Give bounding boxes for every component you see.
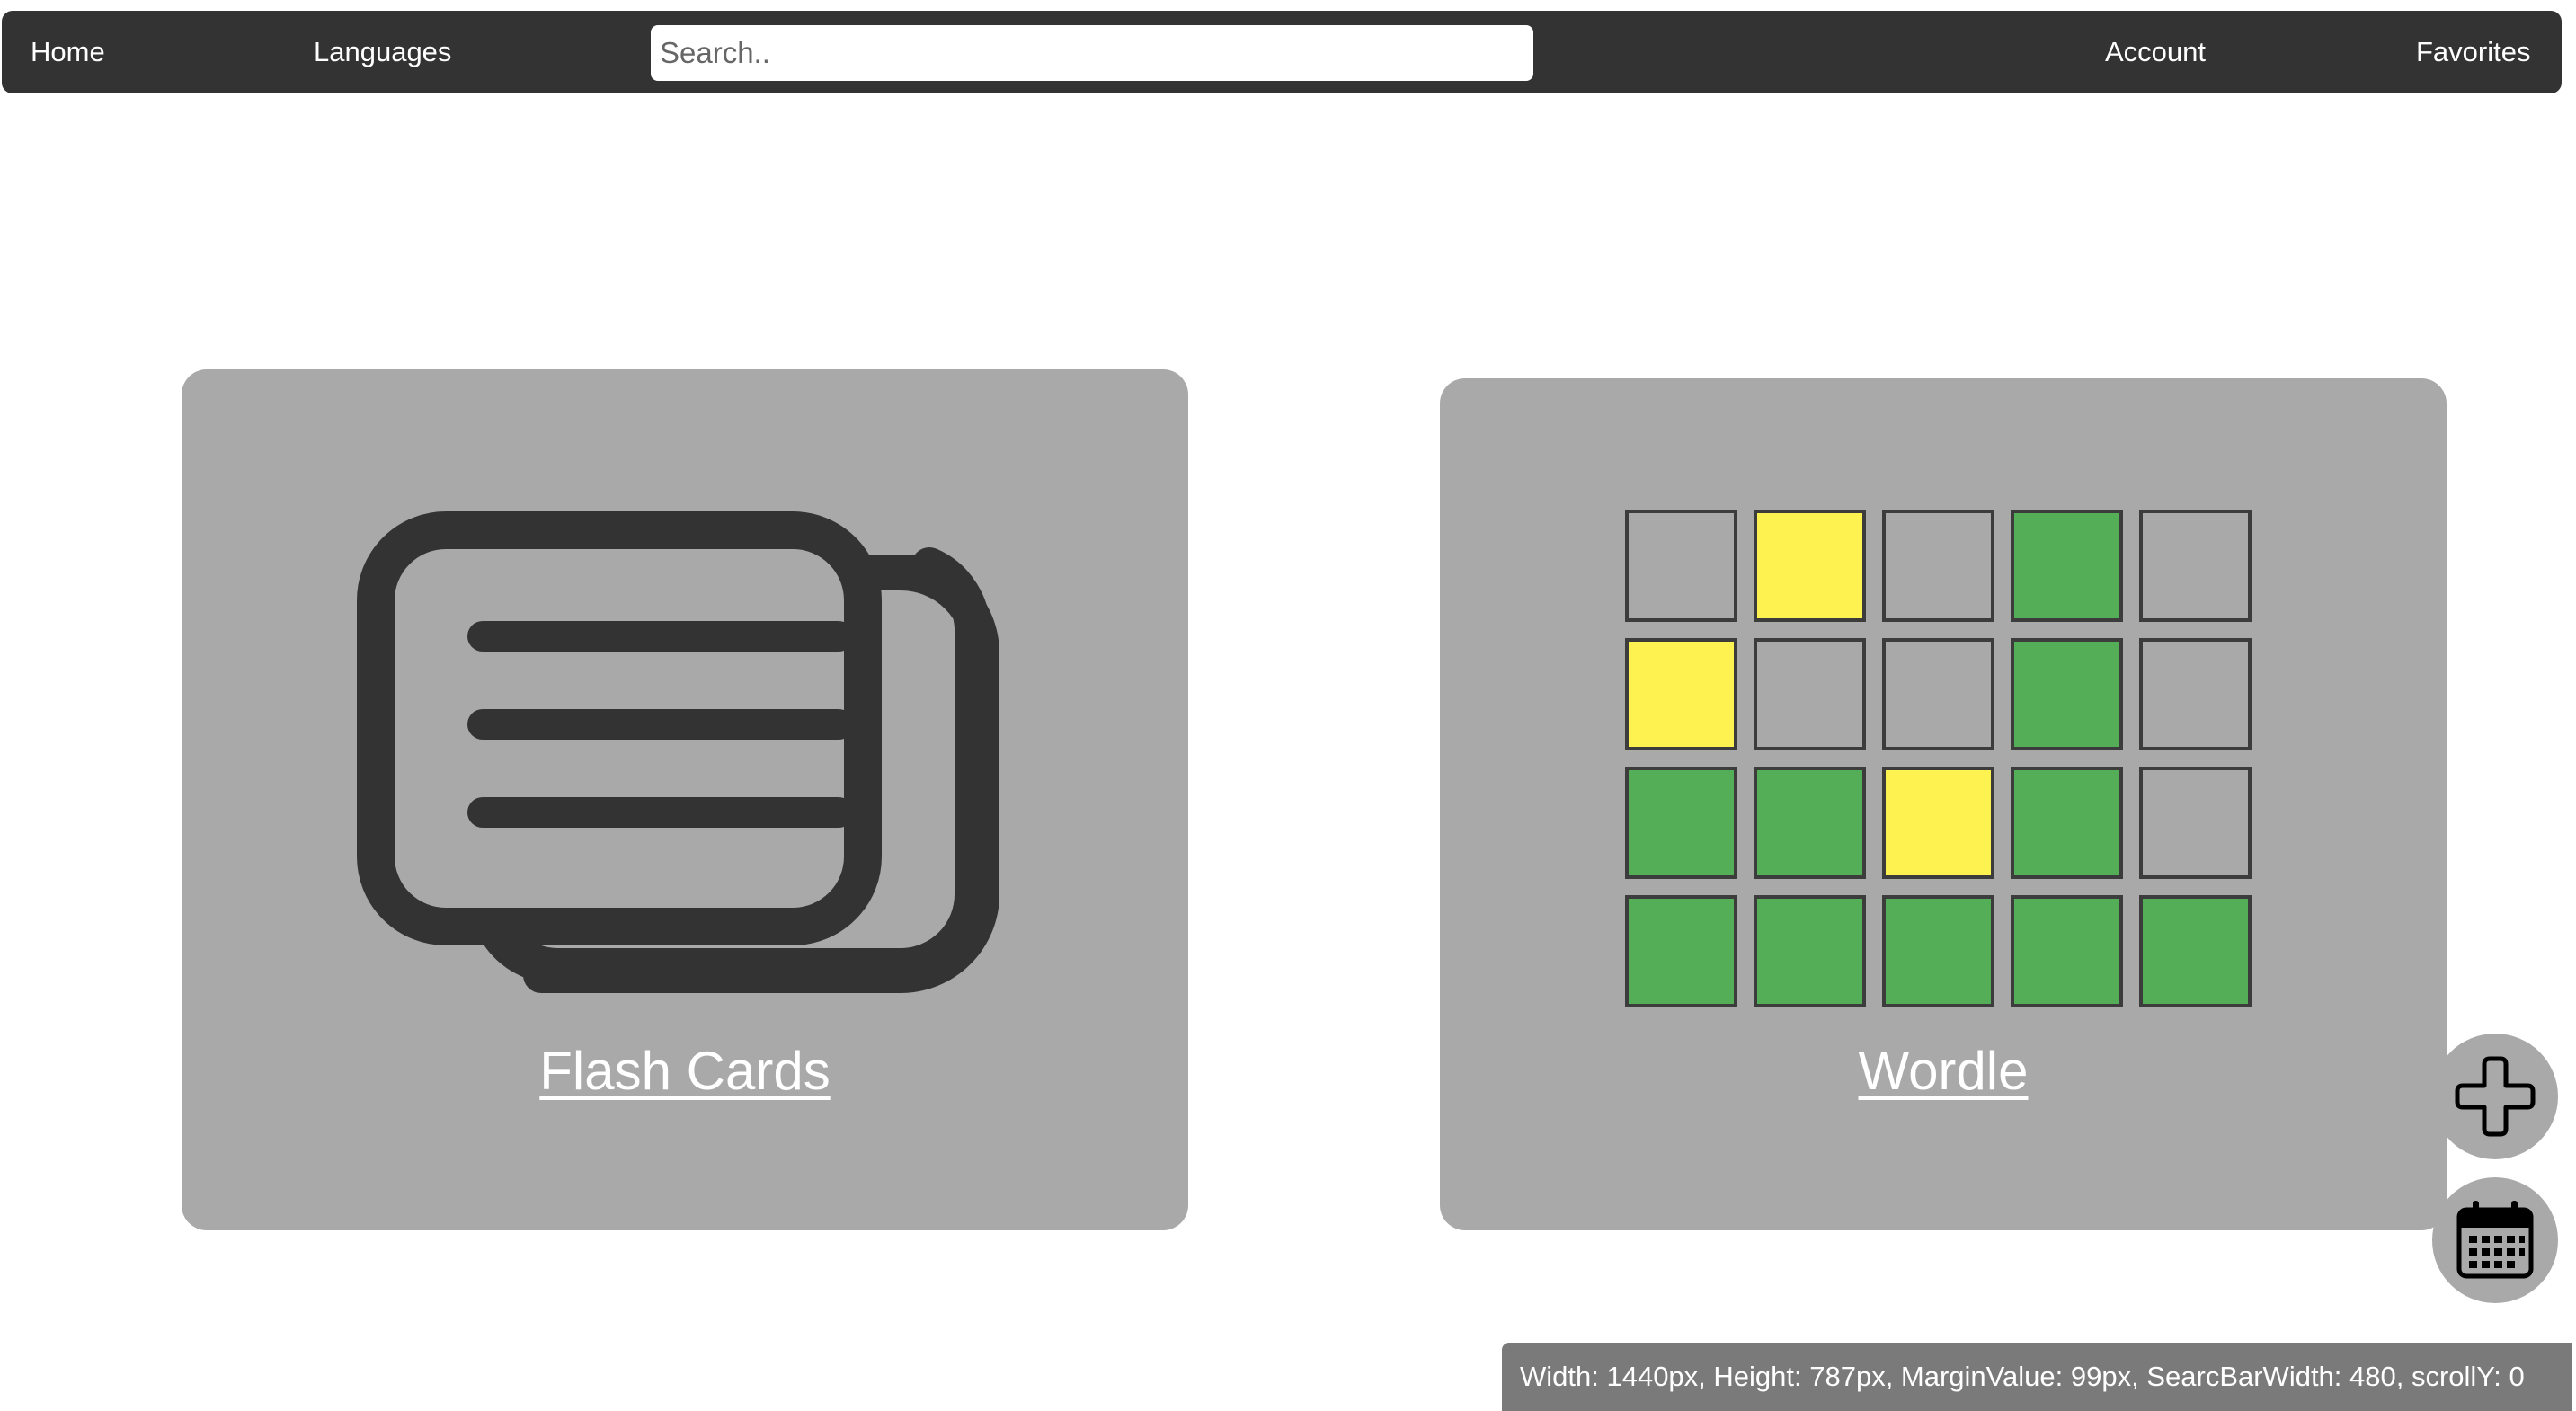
wordle-tile-empty: [2139, 638, 2252, 750]
search-input[interactable]: [651, 25, 1533, 81]
viewport-debug-bar: Width: 1440px, Height: 787px, MarginValu…: [1502, 1343, 2572, 1411]
wordle-tile-present: [1754, 510, 1866, 622]
wordle-title[interactable]: Wordle: [1440, 1040, 2447, 1102]
wordle-tile-correct: [2011, 895, 2123, 1007]
wordle-tile-empty: [2139, 767, 2252, 879]
top-navbar: Home Languages Account Favorites: [2, 11, 2562, 93]
wordle-tile-empty: [2139, 510, 2252, 622]
wordle-tile-present: [1625, 638, 1737, 750]
wordle-card[interactable]: Wordle: [1440, 378, 2447, 1230]
wordle-tile-correct: [2011, 510, 2123, 622]
add-button[interactable]: [2432, 1034, 2558, 1159]
wordle-tile-correct: [1882, 895, 1994, 1007]
nav-account-link[interactable]: Account: [2105, 11, 2206, 93]
flash-cards-title[interactable]: Flash Cards: [182, 1040, 1188, 1102]
wordle-grid-icon: [1625, 510, 2256, 1016]
nav-favorites-link[interactable]: Favorites: [2416, 11, 2530, 93]
wordle-tile-correct: [1754, 895, 1866, 1007]
wordle-tile-empty: [1882, 510, 1994, 622]
nav-home-link[interactable]: Home: [31, 11, 105, 93]
wordle-tile-correct: [2011, 767, 2123, 879]
flash-cards-card[interactable]: Flash Cards: [182, 369, 1188, 1230]
wordle-tile-empty: [1754, 638, 1866, 750]
calendar-button[interactable]: [2432, 1177, 2558, 1303]
wordle-tile-correct: [2139, 895, 2252, 1007]
wordle-tile-correct: [1625, 767, 1737, 879]
wordle-tile-empty: [1625, 510, 1737, 622]
wordle-tile-present: [1882, 767, 1994, 879]
nav-languages-link[interactable]: Languages: [314, 11, 451, 93]
calendar-icon: [2456, 1201, 2534, 1279]
wordle-tile-empty: [1882, 638, 1994, 750]
wordle-tile-correct: [1625, 895, 1737, 1007]
wordle-tile-correct: [2011, 638, 2123, 750]
plus-icon: [2455, 1056, 2536, 1137]
wordle-tile-correct: [1754, 767, 1866, 879]
